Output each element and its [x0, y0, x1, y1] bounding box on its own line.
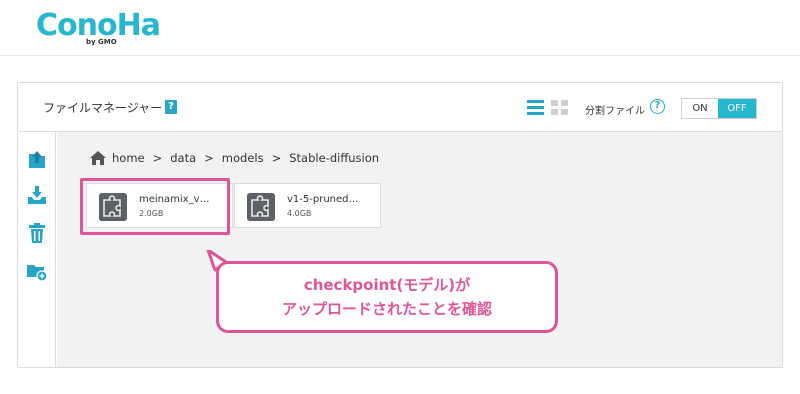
breadcrumb-separator: >	[152, 151, 163, 165]
breadcrumb-data[interactable]: data	[170, 151, 196, 165]
toggle-on-button[interactable]: ON	[682, 99, 718, 118]
top-bar: ConoHa by GMO	[0, 0, 800, 56]
panel-header: ファイルマネージャー ? 分割ファイル ? ON OFF	[18, 83, 782, 132]
toggle-off-button[interactable]: OFF	[718, 99, 756, 118]
trash-icon[interactable]	[26, 222, 48, 244]
download-icon[interactable]	[26, 184, 48, 206]
grid-view-icon[interactable]	[551, 100, 568, 115]
conoha-logo[interactable]: ConoHa by GMO	[36, 10, 161, 47]
help-icon[interactable]: ?	[165, 100, 177, 114]
file-name: v1-5-pruned…	[287, 194, 359, 205]
panel-title: ファイルマネージャー	[43, 101, 163, 115]
list-view-icon[interactable]	[527, 100, 544, 115]
annotation-callout: checkpoint(モデル)が アップロードされたことを確認	[216, 261, 558, 333]
file-size: 4.0GB	[287, 209, 312, 218]
breadcrumb-separator: >	[204, 151, 214, 165]
action-sidebar	[18, 132, 56, 367]
breadcrumb-home[interactable]: home	[112, 151, 145, 165]
breadcrumb-stable-diffusion[interactable]: Stable-diffusion	[289, 151, 379, 165]
split-help-icon[interactable]: ?	[650, 99, 665, 114]
split-file-toggle[interactable]: ON OFF	[681, 98, 757, 119]
breadcrumb: home > data > models > Stable-diffusion	[90, 151, 379, 165]
puzzle-icon	[247, 193, 275, 221]
split-file-label: 分割ファイル	[585, 106, 645, 117]
logo-sub: by GMO	[86, 38, 117, 46]
add-folder-icon[interactable]	[26, 260, 48, 282]
highlight-box	[80, 178, 230, 235]
breadcrumb-models[interactable]: models	[222, 151, 264, 165]
file-card[interactable]: v1-5-pruned… 4.0GB	[234, 183, 381, 228]
breadcrumb-separator: >	[271, 151, 282, 165]
upload-icon[interactable]	[26, 148, 48, 170]
home-icon[interactable]	[90, 151, 106, 165]
callout-line-1: checkpoint(モデル)が	[303, 276, 471, 294]
callout-line-2: アップロードされたことを確認	[281, 300, 492, 318]
